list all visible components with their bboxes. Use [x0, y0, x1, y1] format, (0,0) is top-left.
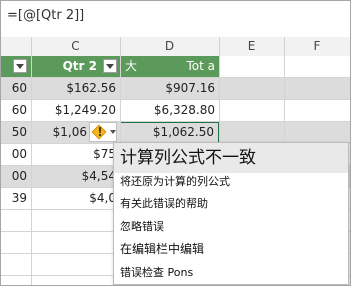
column-header-f[interactable]: F	[284, 37, 350, 56]
formula-text[interactable]: =[@[Qtr 2]]	[7, 8, 84, 23]
cell-qtr2[interactable]: $4,54	[31, 166, 120, 187]
cell-b[interactable]: 60	[1, 78, 31, 99]
cell-qtr2[interactable]: $1,249.20	[31, 100, 120, 121]
menu-title: 计算列公式不一致	[114, 143, 348, 173]
header-cell-total[interactable]: 大 Tot a	[120, 56, 219, 77]
menu-item-ignore[interactable]: 忽略错误	[120, 218, 164, 234]
table-row[interactable]: 60 $1,249.20 $6,328.80	[1, 100, 350, 122]
column-header-c[interactable]: C	[31, 37, 121, 56]
formula-bar[interactable]: =[@[Qtr 2]]	[1, 1, 350, 32]
chevron-down-icon	[110, 130, 116, 134]
menu-item-edit-in-formula-bar[interactable]: 在编辑栏中编辑	[120, 240, 204, 257]
grid-line	[31, 56, 32, 285]
menu-item-help[interactable]: 有关此错误的帮助	[120, 195, 208, 211]
table-row[interactable]: 50 $1,06 $1,062.50	[1, 122, 350, 144]
column-header-d[interactable]: D	[120, 37, 220, 56]
cell-qtr2[interactable]: $4,0	[31, 188, 120, 209]
cell-qtr2[interactable]: $162.56	[31, 78, 120, 99]
cell-qtr2[interactable]: $75	[31, 144, 120, 165]
menu-item-error-checking[interactable]: 错误检查 Pons	[120, 264, 193, 280]
header-total-label: Tot a	[186, 59, 215, 73]
cell-total-selected[interactable]: $1,062.50	[120, 122, 219, 143]
cell-total[interactable]: $907.16	[120, 78, 219, 99]
column-header-b[interactable]	[1, 37, 32, 56]
cell-b[interactable]: 60	[1, 100, 31, 121]
excel-window: =[@[Qtr 2]] C D E F Qtr 2 大 Tot a 60 $16…	[0, 0, 351, 286]
menu-item-restore-formula[interactable]: 将还原为计算的列公式	[120, 173, 230, 189]
table-header-row: Qtr 2 大 Tot a	[1, 56, 350, 78]
error-options-menu: 计算列公式不一致 将还原为计算的列公式 有关此错误的帮助 忽略错误 在编辑栏中编…	[113, 142, 349, 285]
cell-total[interactable]: $6,328.80	[120, 100, 219, 121]
dropdown-arrow-icon	[106, 64, 114, 69]
header-cell-b	[1, 56, 31, 77]
warning-exclamation: !	[97, 125, 103, 139]
table-row[interactable]: 60 $162.56 $907.16	[1, 78, 350, 100]
dropdown-arrow-icon	[16, 64, 24, 69]
cell-b[interactable]: 39	[1, 188, 31, 209]
header-qtr2-label: Qtr 2	[62, 59, 97, 73]
header-cell-qtr2[interactable]: Qtr 2	[31, 56, 120, 77]
cell-b[interactable]: 00	[1, 144, 31, 165]
cell-b[interactable]: 50	[1, 122, 31, 143]
error-options-button[interactable]: !	[89, 122, 117, 142]
cell-qtr2[interactable]: $1,06	[31, 122, 91, 143]
cell-b[interactable]: 00	[1, 166, 31, 187]
column-header-e[interactable]: E	[219, 37, 285, 56]
column-headers: C D E F	[1, 37, 350, 57]
filter-dropdown-b[interactable]	[13, 59, 27, 73]
filter-dropdown-qtr2[interactable]	[103, 59, 117, 73]
